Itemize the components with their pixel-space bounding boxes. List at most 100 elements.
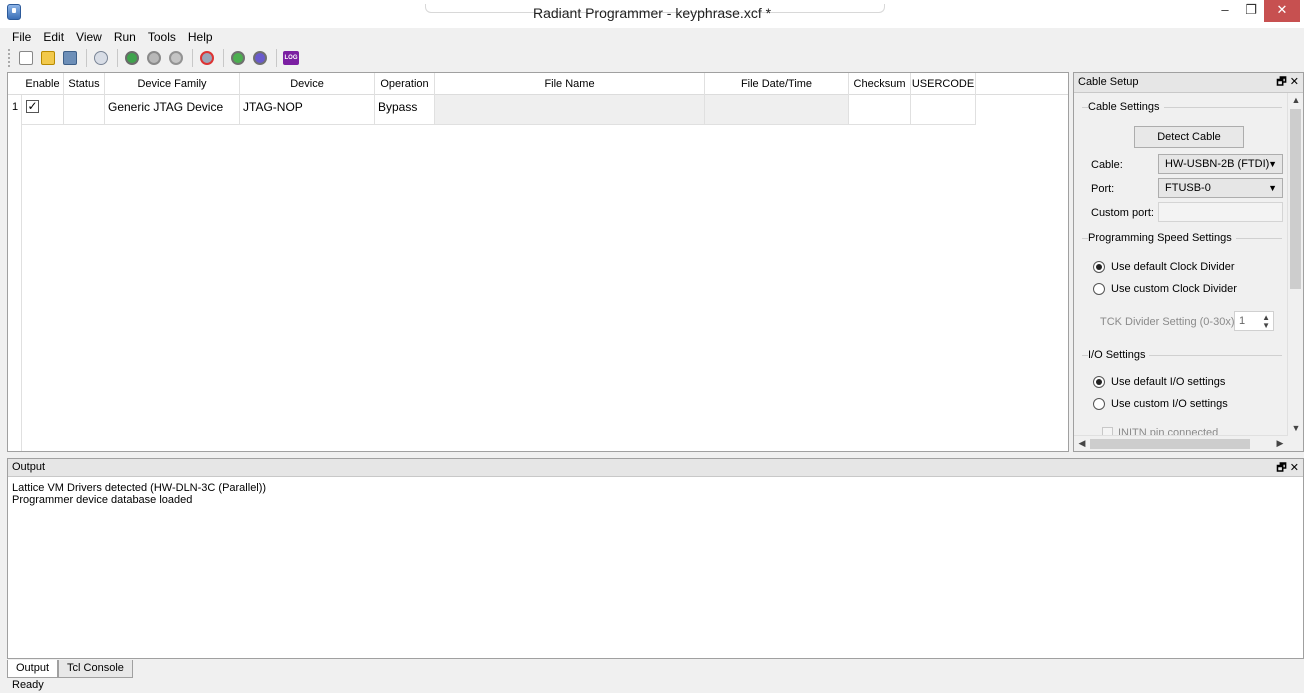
- cable-select-value: HW-USBN-2B (FTDI): [1165, 158, 1270, 170]
- scroll-up-icon[interactable]: ▲: [1288, 95, 1304, 105]
- tab-tcl-console[interactable]: Tcl Console: [58, 660, 133, 678]
- output-log[interactable]: Lattice VM Drivers detected (HW-DLN-3C (…: [12, 482, 266, 506]
- toolbar-grip[interactable]: [8, 49, 12, 67]
- checksum-cell: [849, 95, 911, 125]
- cable-setup-vertical-scrollbar[interactable]: ▲ ▼: [1287, 93, 1303, 435]
- log-line: Programmer device database loaded: [12, 494, 193, 506]
- tck-divider-spinner[interactable]: 1 ▲ ▼: [1234, 311, 1274, 331]
- output-title-text: Output: [12, 461, 46, 473]
- detect-cable-button[interactable]: Detect Cable: [1134, 126, 1244, 148]
- column-header-usercode[interactable]: USERCODE: [911, 73, 976, 95]
- menu-bar: File Edit View Run Tools Help: [0, 28, 1304, 46]
- horizontal-scroll-thumb[interactable]: [1090, 439, 1250, 449]
- tck-divider-label: TCK Divider Setting (0-30x):: [1100, 316, 1238, 328]
- tab-output[interactable]: Output: [7, 660, 59, 678]
- close-button[interactable]: ✕: [1264, 0, 1300, 22]
- spinner-arrows-icon[interactable]: ▲ ▼: [1262, 312, 1270, 330]
- default-clock-divider-label[interactable]: Use default Clock Divider: [1111, 261, 1235, 273]
- io-settings-group-title: I/O Settings: [1088, 349, 1150, 361]
- file-name-cell[interactable]: [435, 95, 705, 125]
- title-bar: Radiant Programmer - keyphrase.xcf * – ❐…: [0, 0, 1304, 28]
- toolbar-separator: [192, 49, 193, 67]
- operation-cell[interactable]: Bypass: [375, 95, 435, 125]
- cable-select[interactable]: HW-USBN-2B (FTDI) ▼: [1158, 154, 1283, 174]
- column-header-device-family[interactable]: Device Family: [105, 73, 240, 95]
- grid-header: Enable Status Device Family Device Opera…: [8, 73, 1068, 95]
- column-header-checksum[interactable]: Checksum: [849, 73, 911, 95]
- column-header-file-datetime[interactable]: File Date/Time: [705, 73, 849, 95]
- column-header-device[interactable]: Device: [240, 73, 375, 95]
- restore-button[interactable]: ❐: [1238, 0, 1264, 22]
- window-title: Radiant Programmer - keyphrase.xcf *: [532, 5, 772, 21]
- toolbar-separator: [86, 49, 87, 67]
- file-datetime-cell: [705, 95, 849, 125]
- cable-setup-body: Cable Settings Detect Cable Cable: HW-US…: [1074, 93, 1288, 435]
- toolbar-separator: [117, 49, 118, 67]
- menu-file[interactable]: File: [6, 28, 37, 46]
- custom-port-label: Custom port:: [1091, 207, 1154, 219]
- initn-pin-checkbox[interactable]: [1102, 427, 1113, 435]
- column-header-file-name[interactable]: File Name: [435, 73, 705, 95]
- device-grid[interactable]: Enable Status Device Family Device Opera…: [7, 72, 1069, 452]
- menu-help[interactable]: Help: [182, 28, 219, 46]
- default-io-label[interactable]: Use default I/O settings: [1111, 376, 1225, 388]
- upload-icon[interactable]: [250, 48, 270, 68]
- usercode-cell: [911, 95, 976, 125]
- row-number: 1: [11, 101, 19, 113]
- port-label: Port:: [1091, 183, 1115, 195]
- menu-view[interactable]: View: [70, 28, 108, 46]
- scroll-down-icon[interactable]: ▼: [1288, 423, 1304, 433]
- toolbar-separator: [276, 49, 277, 67]
- enable-cell: ✓: [22, 95, 64, 125]
- log-icon[interactable]: LOG: [281, 48, 301, 68]
- scroll-right-icon[interactable]: ▶: [1272, 438, 1288, 449]
- custom-io-radio[interactable]: [1093, 398, 1105, 410]
- panel-float-close-icons[interactable]: 🗗 ✕: [1276, 459, 1299, 478]
- custom-io-label[interactable]: Use custom I/O settings: [1111, 398, 1228, 410]
- panel-float-close-icons[interactable]: 🗗 ✕: [1276, 73, 1299, 92]
- menu-tools[interactable]: Tools: [142, 28, 182, 46]
- bottom-tabs: Output Tcl Console: [7, 660, 133, 678]
- tck-divider-value: 1: [1239, 315, 1246, 327]
- output-panel: Output 🗗 ✕ Lattice VM Drivers detected (…: [7, 458, 1304, 659]
- scan-chain-icon[interactable]: [91, 48, 111, 68]
- status-cell: [64, 95, 105, 125]
- new-project-icon[interactable]: [16, 48, 36, 68]
- column-header-operation[interactable]: Operation: [375, 73, 435, 95]
- cable-setup-title-text: Cable Setup: [1078, 76, 1139, 88]
- custom-port-input[interactable]: [1158, 202, 1283, 222]
- custom-clock-divider-radio[interactable]: [1093, 283, 1105, 295]
- default-clock-divider-radio[interactable]: [1093, 261, 1105, 273]
- status-text: Ready: [12, 679, 44, 691]
- save-icon[interactable]: [60, 48, 80, 68]
- menu-run[interactable]: Run: [108, 28, 142, 46]
- custom-clock-divider-label[interactable]: Use custom Clock Divider: [1111, 283, 1237, 295]
- chevron-down-icon: ▼: [1268, 183, 1277, 193]
- download-icon[interactable]: [228, 48, 248, 68]
- cable-setup-panel: Cable Setup 🗗 ✕ Cable Settings Detect Ca…: [1073, 72, 1304, 452]
- default-io-radio[interactable]: [1093, 376, 1105, 388]
- device-cell[interactable]: JTAG-NOP: [240, 95, 375, 125]
- output-title: Output 🗗 ✕: [8, 459, 1303, 477]
- cable-setup-title: Cable Setup 🗗 ✕: [1074, 73, 1303, 93]
- verify-icon[interactable]: [144, 48, 164, 68]
- port-select[interactable]: FTUSB-0 ▼: [1158, 178, 1283, 198]
- table-row[interactable]: 1 ✓ Generic JTAG Device JTAG-NOP Bypass: [8, 95, 1068, 125]
- column-header-enable[interactable]: Enable: [22, 73, 64, 95]
- port-select-value: FTUSB-0: [1165, 182, 1211, 194]
- toolbar: LOG: [0, 46, 1304, 70]
- cable-setup-horizontal-scrollbar[interactable]: ◀ ▶: [1074, 435, 1288, 451]
- menu-edit[interactable]: Edit: [37, 28, 70, 46]
- column-header-status[interactable]: Status: [64, 73, 105, 95]
- cable-settings-group-title: Cable Settings: [1088, 101, 1164, 113]
- device-info-icon[interactable]: [197, 48, 217, 68]
- erase-icon[interactable]: [166, 48, 186, 68]
- scroll-left-icon[interactable]: ◀: [1074, 438, 1090, 449]
- vertical-scroll-thumb[interactable]: [1290, 109, 1301, 289]
- device-family-cell[interactable]: Generic JTAG Device: [105, 95, 240, 125]
- minimize-button[interactable]: –: [1212, 0, 1238, 22]
- open-project-icon[interactable]: [38, 48, 58, 68]
- program-icon[interactable]: [122, 48, 142, 68]
- enable-checkbox[interactable]: ✓: [26, 100, 39, 113]
- initn-pin-label: INITN pin connected: [1118, 427, 1219, 435]
